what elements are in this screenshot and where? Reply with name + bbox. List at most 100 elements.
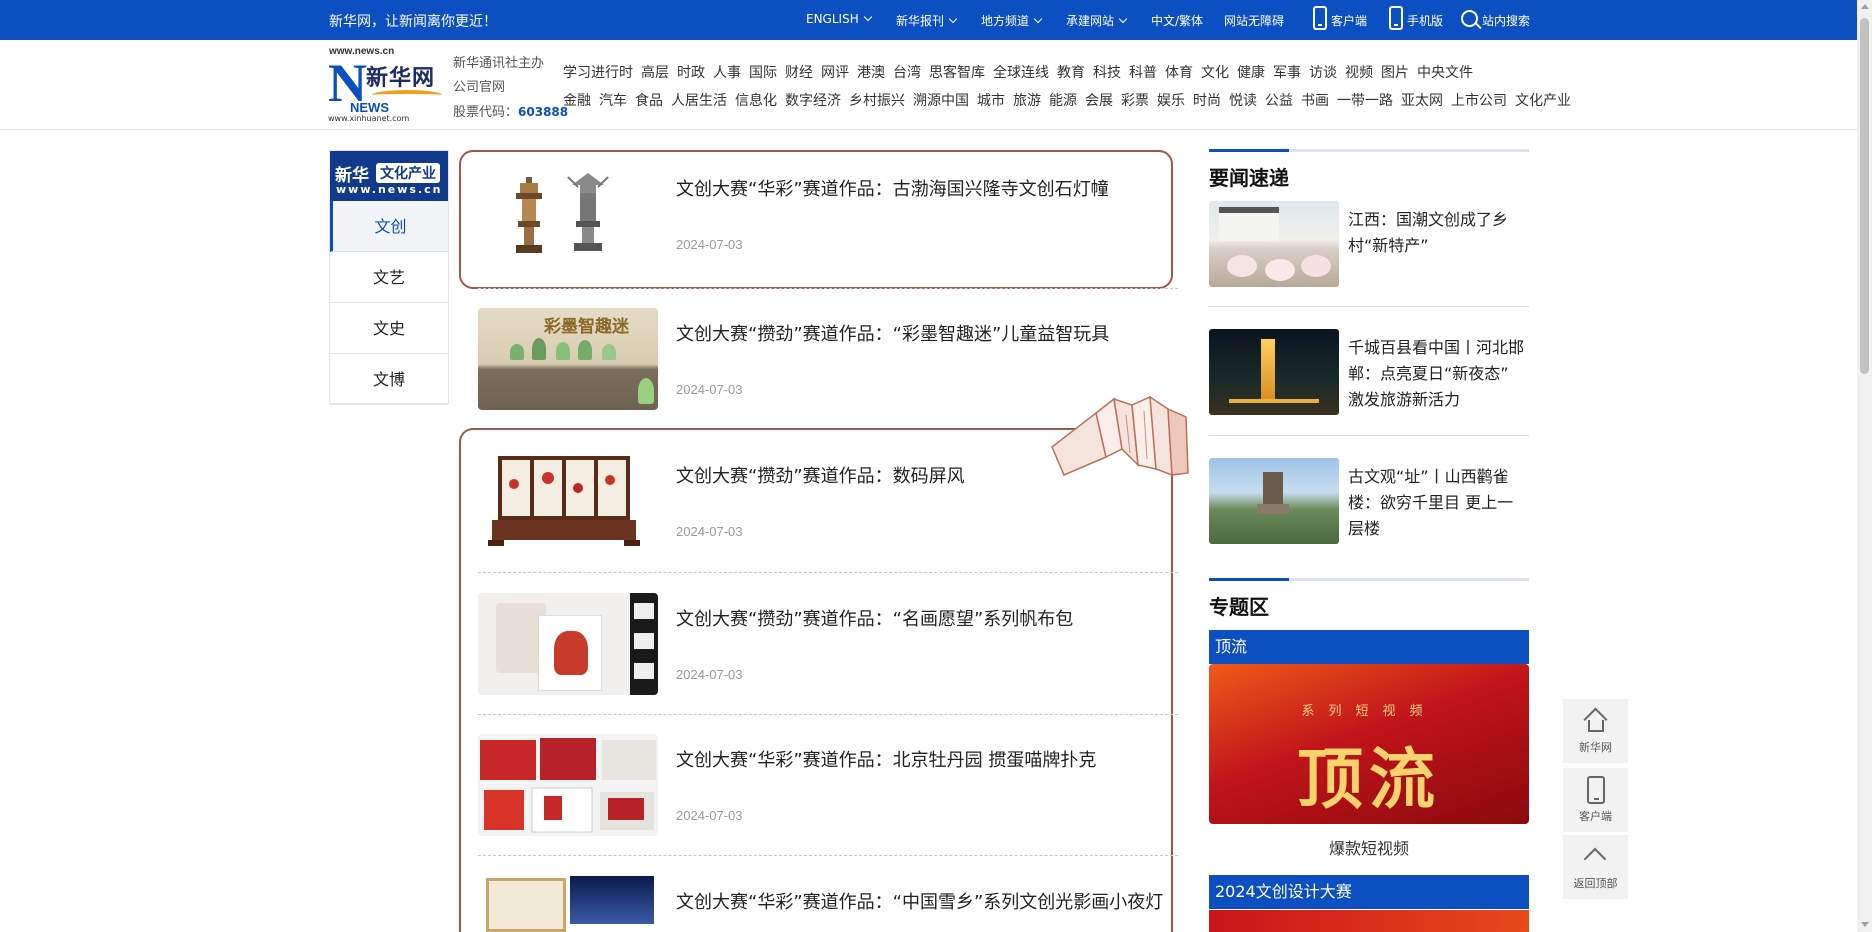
article-thumbnail[interactable] [478, 734, 658, 836]
built-sites-link[interactable]: 承建网站 [1066, 12, 1128, 29]
topic-bar-dingliu[interactable]: 顶流 [1209, 630, 1529, 664]
mobile-phone-icon[interactable] [1389, 6, 1403, 30]
channel-link[interactable]: 能源 [1049, 93, 1077, 109]
channel-link[interactable]: 健康 [1237, 65, 1265, 81]
channel-link[interactable]: 信息化 [735, 93, 777, 109]
sidebar-item-wenyi[interactable]: 文艺 [330, 252, 448, 303]
article-thumbnail[interactable] [478, 876, 658, 932]
channel-link[interactable]: 彩票 [1121, 93, 1149, 109]
channel-link[interactable]: 科技 [1093, 65, 1121, 81]
channel-link[interactable]: 数字经济 [785, 93, 841, 109]
sidebar-item-wenshi[interactable]: 文史 [330, 303, 448, 354]
channel-link[interactable]: 人事 [713, 65, 741, 81]
article-item[interactable]: 文创大赛“华彩”赛道作品：“中国雪乡”系列文创光影画小夜灯 [478, 862, 1178, 932]
channel-link[interactable]: 图片 [1381, 65, 1409, 81]
channel-link[interactable]: 会展 [1085, 93, 1113, 109]
news-item[interactable]: 江西：国潮文创成了乡村“新特产” [1209, 201, 1529, 301]
channel-link[interactable]: 思客智库 [929, 65, 985, 81]
culture-industry-logo[interactable]: 新华 文化产业 www.news.cn [330, 151, 448, 201]
news-item[interactable]: 古文观“址”丨山西鹳雀楼：欲穷千里目 更上一层楼 [1209, 458, 1529, 558]
article-thumbnail[interactable] [478, 450, 658, 552]
local-channels-link[interactable]: 地方频道 [981, 12, 1043, 29]
article-title[interactable]: 文创大赛“华彩”赛道作品：古渤海国兴隆寺文创石灯幢 [676, 175, 1109, 201]
article-title[interactable]: 文创大赛“攒劲”赛道作品：“彩墨智趣迷”儿童益智玩具 [676, 320, 1109, 346]
channel-link[interactable]: 时尚 [1193, 93, 1221, 109]
channel-link[interactable]: 学习进行时 [563, 65, 633, 81]
news-thumbnail[interactable] [1209, 329, 1339, 415]
channel-link[interactable]: 港澳 [857, 65, 885, 81]
channel-link[interactable]: 城市 [977, 93, 1005, 109]
article-title[interactable]: 文创大赛“攒劲”赛道作品：数码屏风 [676, 462, 965, 488]
channel-link[interactable]: 公益 [1265, 93, 1293, 109]
channel-link[interactable]: 汽车 [599, 93, 627, 109]
news-thumbnail[interactable] [1209, 458, 1339, 544]
channel-link[interactable]: 体育 [1165, 65, 1193, 81]
sidebar-item-wenbo[interactable]: 文博 [330, 354, 448, 405]
channel-link[interactable]: 悦读 [1229, 93, 1257, 109]
channel-link[interactable]: 军事 [1273, 65, 1301, 81]
channel-link[interactable]: 网评 [821, 65, 849, 81]
channel-link[interactable]: 旅游 [1013, 93, 1041, 109]
news-thumbnail[interactable] [1209, 201, 1339, 287]
topic-bar-design-contest[interactable]: 2024文创设计大赛 [1209, 875, 1529, 909]
channel-link[interactable]: 亚太网 [1401, 93, 1443, 109]
english-link[interactable]: ENGLISH [806, 12, 872, 26]
channel-link[interactable]: 视频 [1345, 65, 1373, 81]
channel-link[interactable]: 财经 [785, 65, 813, 81]
channel-link[interactable]: 金融 [563, 93, 591, 109]
newspapers-link[interactable]: 新华报刊 [896, 12, 958, 29]
channel-link[interactable]: 全球连线 [993, 65, 1049, 81]
article-item[interactable]: 文创大赛“华彩”赛道作品：北京牡丹园 掼蛋喵牌扑克 2024-07-03 [478, 720, 1178, 862]
sidebar-item-wenchuang[interactable]: 文创 [330, 201, 448, 252]
channel-link[interactable]: 国际 [749, 65, 777, 81]
article-title[interactable]: 文创大赛“华彩”赛道作品：“中国雪乡”系列文创光影画小夜灯 [676, 888, 1163, 914]
article-title[interactable]: 文创大赛“华彩”赛道作品：北京牡丹园 掼蛋喵牌扑克 [676, 746, 1096, 772]
article-item[interactable]: 文创大赛“华彩”赛道作品：古渤海国兴隆寺文创石灯幢 2024-07-03 [478, 149, 1178, 291]
news-title[interactable]: 江西：国潮文创成了乡村“新特产” [1348, 207, 1528, 259]
channel-link[interactable]: 书画 [1301, 93, 1329, 109]
channel-link[interactable]: 教育 [1057, 65, 1085, 81]
app-phone-icon[interactable] [1313, 6, 1327, 30]
channel-link[interactable]: 娱乐 [1157, 93, 1185, 109]
article-thumbnail[interactable] [478, 163, 658, 265]
mobile-version-link[interactable]: 手机版 [1407, 12, 1443, 29]
float-home-button[interactable]: 新华网 [1563, 699, 1628, 763]
channel-link[interactable]: 时政 [677, 65, 705, 81]
article-item[interactable]: 文创大赛“攒劲”赛道作品：“名画愿望”系列帆布包 2024-07-03 [478, 579, 1178, 721]
channel-link[interactable]: 科普 [1129, 65, 1157, 81]
scrollbar-thumb[interactable] [1860, 18, 1869, 374]
stock-code[interactable]: 603888 [518, 105, 568, 119]
article-item[interactable]: 彩墨智趣迷 文创大赛“攒劲”赛道作品：“彩墨智趣迷”儿童益智玩具 2024-07… [478, 294, 1178, 436]
float-app-button[interactable]: 客户端 [1563, 768, 1628, 832]
back-to-top-button[interactable]: 返回顶部 [1563, 835, 1628, 899]
channel-link[interactable]: 溯源中国 [913, 93, 969, 109]
scroll-down-arrow[interactable] [1861, 922, 1869, 927]
channel-link[interactable]: 文化 [1201, 65, 1229, 81]
channel-link[interactable]: 一带一路 [1337, 93, 1393, 109]
channel-link[interactable]: 中央文件 [1417, 65, 1473, 81]
article-title[interactable]: 文创大赛“攒劲”赛道作品：“名画愿望”系列帆布包 [676, 605, 1073, 631]
channel-link[interactable]: 上市公司 [1451, 93, 1507, 109]
app-client-link[interactable]: 客户端 [1331, 12, 1367, 29]
channel-link[interactable]: 人居生活 [671, 93, 727, 109]
banner-caption[interactable]: 爆款短视频 [1209, 835, 1529, 859]
site-search-link[interactable]: 站内搜索 [1482, 12, 1530, 29]
channel-link[interactable]: 高层 [641, 65, 669, 81]
channel-link[interactable]: 台湾 [893, 65, 921, 81]
news-title[interactable]: 古文观“址”丨山西鹳雀楼：欲穷千里目 更上一层楼 [1348, 464, 1528, 542]
channel-link[interactable]: 文化产业 [1515, 93, 1571, 109]
news-item[interactable]: 千城百县看中国丨河北邯郸：点亮夏日“新夜态” 激发旅游新活力 [1209, 329, 1529, 429]
dingliu-banner[interactable]: 系列短视频 顶流 [1209, 664, 1529, 824]
channel-link[interactable]: 食品 [635, 93, 663, 109]
news-title[interactable]: 千城百县看中国丨河北邯郸：点亮夏日“新夜态” 激发旅游新活力 [1348, 335, 1528, 413]
scroll-up-arrow[interactable] [1861, 4, 1869, 9]
xinhua-logo[interactable]: www.news.cn N 新华网 NEWS www.xinhuanet.com [328, 46, 446, 123]
article-thumbnail[interactable]: 彩墨智趣迷 [478, 308, 658, 410]
design-contest-banner[interactable] [1209, 910, 1529, 932]
article-item[interactable]: 文创大赛“攒劲”赛道作品：数码屏风 2024-07-03 [478, 436, 1178, 578]
simplified-traditional-link[interactable]: 中文/繁体 [1151, 12, 1203, 29]
accessibility-link[interactable]: 网站无障碍 [1224, 12, 1284, 29]
article-thumbnail[interactable] [478, 593, 658, 695]
channel-link[interactable]: 乡村振兴 [849, 93, 905, 109]
channel-link[interactable]: 访谈 [1309, 65, 1337, 81]
